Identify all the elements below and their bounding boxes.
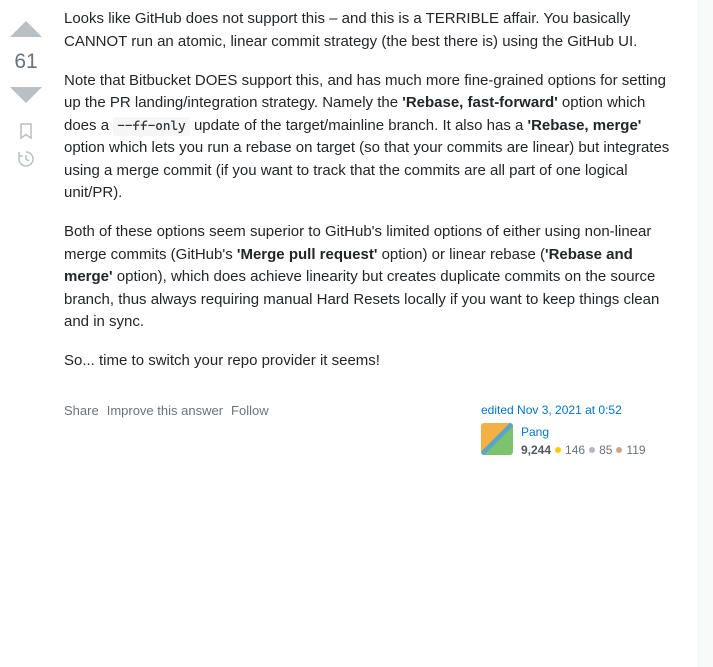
bookmark-icon[interactable] [17, 122, 35, 140]
bold-text: 'Rebase, fast-forward' [402, 94, 558, 111]
silver-badge-count: 85 [599, 441, 612, 459]
avatar[interactable] [481, 423, 513, 455]
user-name-link[interactable]: Pang [521, 423, 681, 441]
text: option) or linear rebase ( [377, 246, 545, 263]
upvote-button[interactable] [8, 12, 44, 48]
bold-text: 'Merge pull request' [237, 246, 378, 263]
edit-timestamp-link[interactable]: edited Nov 3, 2021 at 0:52 [481, 401, 681, 419]
silver-badge-icon [589, 447, 595, 453]
share-link[interactable]: Share [64, 401, 99, 421]
improve-answer-link[interactable]: Improve this answer [107, 401, 223, 421]
bronze-badge-count: 119 [626, 441, 645, 459]
post-menu-links: Share Improve this answer Follow [64, 401, 269, 421]
paragraph: Both of these options seem superior to G… [64, 221, 681, 334]
text: update of the target/mainline branch. It… [190, 117, 528, 134]
text: Nov 3, 2021 at 0:52 [517, 403, 622, 417]
scrollbar[interactable] [697, 0, 713, 667]
bronze-badge-icon [616, 447, 622, 453]
text: option), which does achieve linearity bu… [64, 268, 659, 330]
paragraph: Note that Bitbucket DOES support this, a… [64, 70, 681, 205]
reputation-score: 9,244 [521, 441, 551, 459]
inline-code: --ff-only [113, 117, 190, 136]
answer: 61 Looks like GitHub does not support th… [4, 8, 697, 459]
vote-column: 61 [4, 8, 48, 168]
gold-badge-icon [555, 447, 561, 453]
vote-score: 61 [14, 50, 37, 74]
post-body: Looks like GitHub does not support this … [48, 8, 697, 459]
downvote-button[interactable] [8, 76, 44, 112]
editor-user-card: edited Nov 3, 2021 at 0:52 Pang 9,244 14… [481, 401, 681, 459]
follow-link[interactable]: Follow [231, 401, 269, 421]
paragraph: So... time to switch your repo provider … [64, 350, 681, 373]
text: option which lets you run a rebase on ta… [64, 139, 669, 201]
post-footer: Share Improve this answer Follow edited … [64, 401, 681, 459]
history-icon[interactable] [17, 150, 35, 168]
gold-badge-count: 146 [565, 441, 585, 459]
text: edited [481, 403, 517, 417]
bold-text: 'Rebase, merge' [528, 117, 642, 134]
paragraph: Looks like GitHub does not support this … [64, 8, 681, 53]
user-stats: 9,244 146 85 119 [521, 441, 681, 459]
